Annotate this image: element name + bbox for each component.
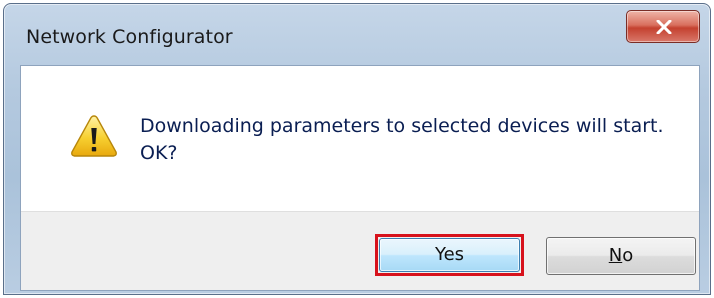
message-area: Downloading parameters to selected devic… (21, 66, 699, 211)
warning-icon (71, 115, 117, 157)
message-text: Downloading parameters to selected devic… (140, 113, 664, 167)
close-icon (656, 20, 672, 34)
message-line-1: Downloading parameters to selected devic… (140, 115, 664, 137)
dialog-window: Network Configurator Downloading paramet… (3, 3, 711, 295)
dialog-client-area: Downloading parameters to selected devic… (20, 65, 700, 291)
yes-button[interactable]: Yes (379, 238, 520, 272)
close-button[interactable] (626, 10, 700, 43)
no-button[interactable]: No (546, 237, 696, 275)
button-bar: Yes No (21, 211, 699, 290)
window-title: Network Configurator (26, 26, 233, 48)
message-line-2: OK? (140, 142, 178, 164)
no-button-mnemonic: N (608, 245, 623, 266)
no-button-label-rest: o (622, 245, 634, 266)
